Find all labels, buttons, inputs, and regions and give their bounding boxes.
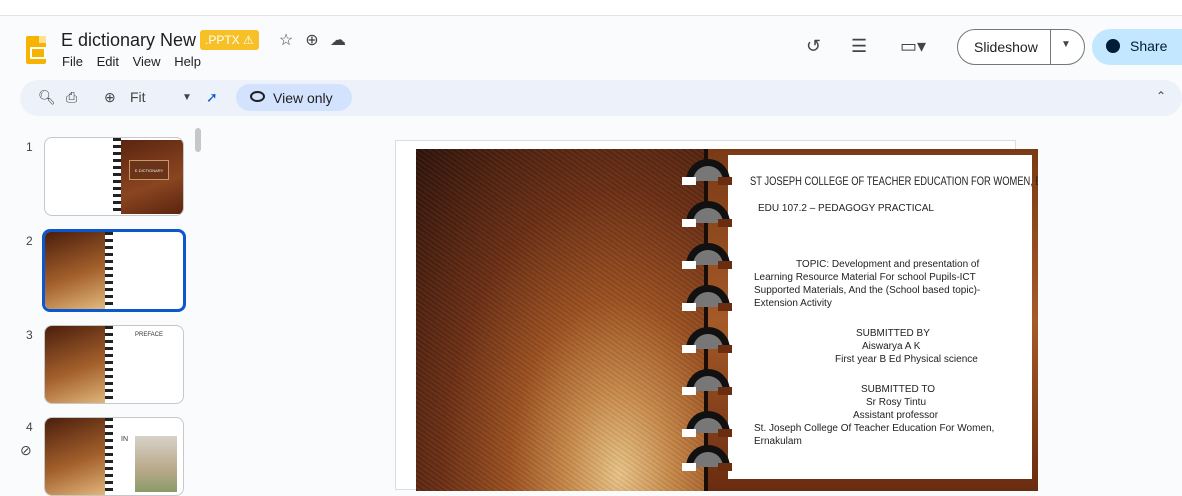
view-only-button[interactable]: View only: [236, 84, 352, 111]
title-actions: ☆ ⊕ ☁: [273, 30, 351, 50]
binder-ring: [682, 411, 732, 437]
search-icon[interactable]: 🔍︎: [38, 89, 56, 106]
filmstrip-scrollbar[interactable]: [195, 128, 201, 152]
menu-bar: File Edit View Help: [62, 54, 211, 69]
globe-icon: [1106, 39, 1120, 53]
thumb-label: PREFACE: [134, 332, 163, 338]
slideshow-button[interactable]: Slideshow ▼: [957, 29, 1085, 65]
leather-cover: [416, 149, 706, 491]
binder-ring: [682, 201, 732, 227]
submitted-to-name: Sr Rosy Tintu: [866, 397, 927, 408]
binder-ring: [682, 445, 732, 471]
topic-line: Extension Activity: [754, 298, 832, 309]
slide-thumbnail-1[interactable]: E-DICTIONARY: [44, 137, 184, 216]
badge-label: .PPTX: [205, 33, 240, 47]
select-cursor-icon[interactable]: ➚: [206, 89, 218, 106]
topic-line: TOPIC: Development and presentation of: [796, 259, 980, 270]
version-history-icon[interactable]: ↺: [806, 36, 821, 57]
slideshow-label: Slideshow: [974, 39, 1038, 55]
binder-ring: [682, 159, 732, 185]
browser-top-strip: [0, 0, 1182, 16]
slide-thumbnail-3[interactable]: PREFACE: [44, 325, 184, 404]
topic-line: Supported Materials, And the (School bas…: [754, 285, 981, 296]
submitted-to-label: SUBMITTED TO: [861, 384, 936, 395]
cloud-status-icon[interactable]: ☁: [325, 30, 351, 50]
submitted-by-name: Aiswarya A K: [862, 341, 921, 352]
slides-logo-icon[interactable]: [26, 36, 46, 64]
menu-view[interactable]: View: [133, 54, 161, 69]
zoom-icon[interactable]: ⊕: [104, 89, 116, 106]
link-icon[interactable]: ⊘: [20, 442, 32, 459]
move-to-drive-icon[interactable]: ⊕: [299, 30, 325, 50]
star-icon[interactable]: ☆: [273, 30, 299, 50]
submitted-by-label: SUBMITTED BY: [856, 328, 930, 339]
warning-icon: ⚠: [243, 33, 254, 47]
submitted-to-role: Assistant professor: [853, 410, 939, 421]
submitted-to-institution: St. Joseph College Of Teacher Education …: [754, 423, 995, 434]
meet-camera-icon[interactable]: ▭▾: [900, 36, 926, 57]
slide-number: 3: [26, 328, 33, 342]
slide-number: 2: [26, 234, 33, 248]
slide-thumbnail-4[interactable]: IN: [44, 417, 184, 496]
slide-2: ST JOSEPH COLLEGE OF TEACHER EDUCATION F…: [416, 149, 1038, 491]
binder-ring: [682, 327, 732, 353]
print-icon[interactable]: ⎙: [66, 89, 77, 106]
slide-paper: ST JOSEPH COLLEGE OF TEACHER EDUCATION F…: [728, 155, 1038, 479]
submitted-by-detail: First year B Ed Physical science: [835, 354, 978, 365]
file-format-badge[interactable]: .PPTX ⚠: [200, 30, 259, 50]
slide-filmstrip: 1 E-DICTIONARY 2 3 PREFACE 4 IN: [0, 120, 210, 496]
slide-number: 4: [26, 420, 33, 434]
binder-ring: [682, 369, 732, 395]
slideshow-dropdown-icon[interactable]: ▼: [1061, 39, 1071, 50]
course-code: EDU 107.2 – PEDAGOGY PRACTICAL: [758, 203, 934, 214]
menu-edit[interactable]: Edit: [97, 54, 119, 69]
collapse-toolbar-icon[interactable]: ⌃: [1156, 89, 1166, 103]
share-label: Share: [1130, 38, 1168, 54]
slide-thumbnail-2[interactable]: [42, 229, 186, 312]
slide-title: ST JOSEPH COLLEGE OF TEACHER EDUCATION F…: [750, 174, 1038, 188]
submitted-to-institution: Ernakulam: [754, 436, 802, 447]
document-title[interactable]: E dictionary New: [61, 30, 196, 51]
share-button[interactable]: Share: [1092, 29, 1182, 65]
toolbar: 🔍︎ ⎙ ⊕ Fit ▼ ➚ View only ⌃: [20, 80, 1182, 116]
menu-help[interactable]: Help: [174, 54, 201, 69]
eye-icon: [250, 91, 265, 102]
thumb-label: E-DICTIONARY: [129, 160, 169, 180]
thumb-photo: [135, 436, 177, 492]
comments-icon[interactable]: ☰: [851, 36, 867, 57]
zoom-select[interactable]: Fit: [130, 89, 146, 105]
zoom-dropdown-icon[interactable]: ▼: [182, 92, 192, 103]
thumb-label: IN: [121, 436, 128, 443]
app-header: E dictionary New .PPTX ⚠ ☆ ⊕ ☁ File Edit V…: [0, 16, 1182, 78]
binder-ring: [682, 243, 732, 269]
menu-file[interactable]: File: [62, 54, 83, 69]
view-only-label: View only: [273, 90, 333, 106]
slide-canvas: ST JOSEPH COLLEGE OF TEACHER EDUCATION F…: [395, 140, 1038, 491]
binder-ring: [682, 285, 732, 311]
slide-number: 1: [26, 140, 33, 154]
topic-line: Learning Resource Material For school Pu…: [754, 272, 976, 283]
